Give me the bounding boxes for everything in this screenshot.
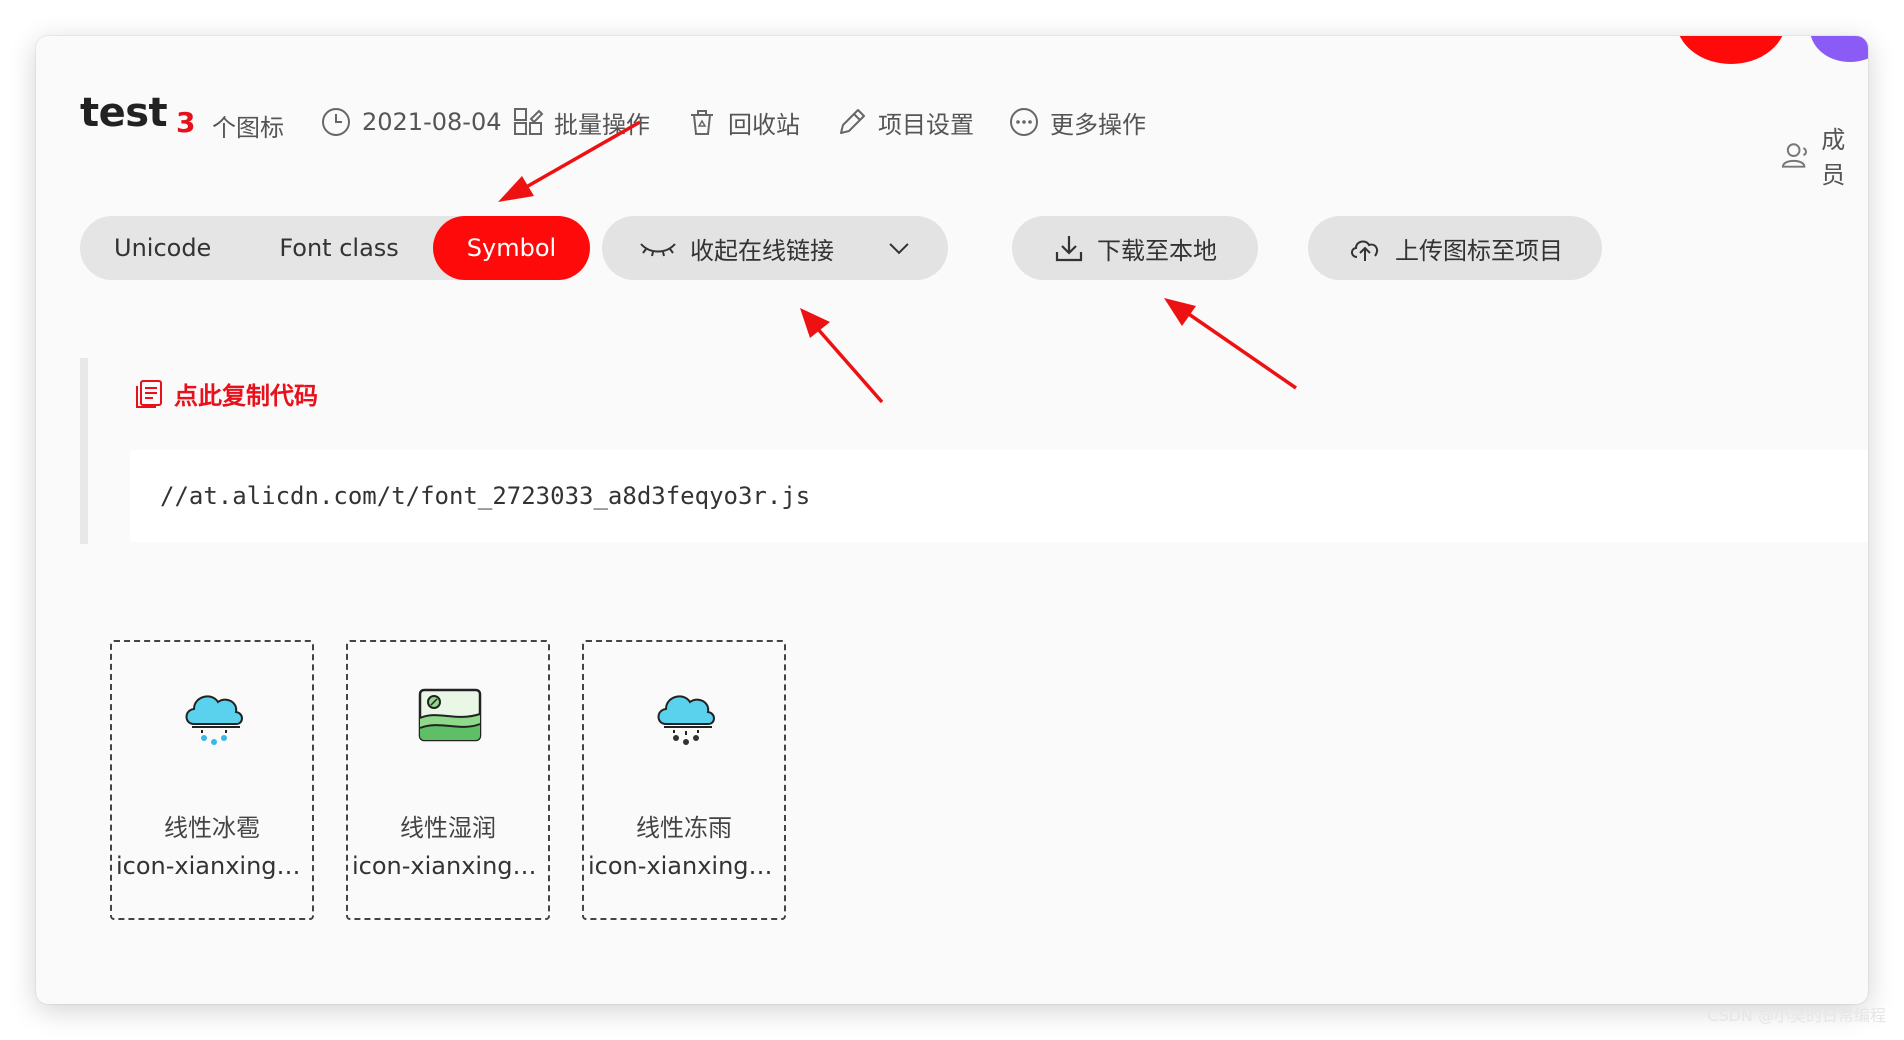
- watermark: CSDN @小吴的日常编程: [1707, 1006, 1886, 1025]
- upload-label: 上传图标至项目: [1395, 236, 1563, 265]
- clock-icon: [322, 108, 350, 136]
- icon-card[interactable]: 线性冻雨 icon-xianxingdon...: [582, 640, 786, 920]
- hail-cloud-icon: [185, 695, 243, 745]
- project-window: test 3 个图标 2021-08-04 批量操作 回收站 项目设置 更多操作…: [36, 36, 1868, 1004]
- icon-card[interactable]: 线性湿润 icon-xianxingshir...: [346, 640, 550, 920]
- ellipsis-circle-icon: [1010, 108, 1038, 136]
- tab-unicode[interactable]: Unicode: [80, 216, 245, 280]
- upload-icons-button[interactable]: 上传图标至项目: [1308, 216, 1602, 280]
- icon-name: 线性冰雹: [164, 814, 260, 842]
- icon-code: icon-xianxingbin...: [116, 852, 310, 880]
- icon-card[interactable]: 线性冰雹 icon-xianxingbin...: [110, 640, 314, 920]
- symbol-url-code[interactable]: //at.alicdn.com/t/font_2723033_a8d3feqyo…: [130, 450, 1868, 542]
- more-operations-label: 更多操作: [1050, 110, 1146, 139]
- tab-symbol[interactable]: Symbol: [432, 216, 591, 280]
- members-button[interactable]: 成员: [1780, 120, 1868, 190]
- download-icon: [1055, 236, 1083, 262]
- eye-closed-icon: [640, 243, 676, 257]
- cloud-upload-icon: [1351, 240, 1379, 261]
- project-settings-label: 项目设置: [878, 110, 974, 139]
- project-header: test 3 个图标 2021-08-04 批量操作 回收站 项目设置 更多操作…: [36, 36, 1868, 189]
- landscape-icon: [418, 688, 482, 742]
- download-label: 下载至本地: [1097, 236, 1217, 265]
- tab-font-class[interactable]: Font class: [245, 216, 432, 280]
- recycle-bin-button[interactable]: 回收站: [686, 102, 800, 142]
- download-button[interactable]: 下载至本地: [1012, 216, 1258, 280]
- icon-count: 3: [176, 106, 196, 139]
- code-block: 点此复制代码 //at.alicdn.com/t/font_2723033_a8…: [80, 358, 1868, 544]
- copy-code-label: 点此复制代码: [174, 382, 318, 410]
- created-date: 2021-08-04: [320, 102, 501, 142]
- project-name: test: [80, 90, 168, 136]
- online-link-toggle-button[interactable]: 收起在线链接: [602, 216, 948, 280]
- icon-count-label: 个图标: [212, 114, 284, 142]
- symbol-url-text: //at.alicdn.com/t/font_2723033_a8d3feqyo…: [160, 482, 811, 510]
- annotation-arrow-to-download: [1164, 298, 1297, 390]
- more-operations-button[interactable]: 更多操作: [1008, 102, 1146, 142]
- icon-name: 线性冻雨: [636, 814, 732, 842]
- icon-name: 线性湿润: [400, 814, 496, 842]
- members-label: 成员: [1821, 126, 1846, 189]
- annotation-arrow-to-online-link: [800, 308, 884, 404]
- project-settings-button[interactable]: 项目设置: [836, 102, 974, 142]
- copy-document-icon: [136, 379, 162, 408]
- icon-grid: 线性冰雹 icon-xianxingbin... 线性湿润 icon-xianx…: [110, 640, 786, 920]
- chevron-down-icon: [889, 243, 909, 255]
- code-type-tabs: Unicode Font class Symbol: [80, 216, 591, 280]
- trash-icon: [691, 110, 713, 135]
- icon-code: icon-xianxingshir...: [352, 852, 546, 880]
- online-link-label: 收起在线链接: [690, 236, 834, 265]
- copy-code-button[interactable]: 点此复制代码: [134, 376, 318, 411]
- pencil-icon: [840, 109, 865, 134]
- freezing-rain-cloud-icon: [657, 695, 715, 745]
- annotation-arrow-to-symbol-tab: [498, 120, 641, 202]
- recycle-bin-label: 回收站: [728, 110, 800, 139]
- user-icon: [1781, 143, 1807, 168]
- icon-code: icon-xianxingdon...: [588, 852, 782, 880]
